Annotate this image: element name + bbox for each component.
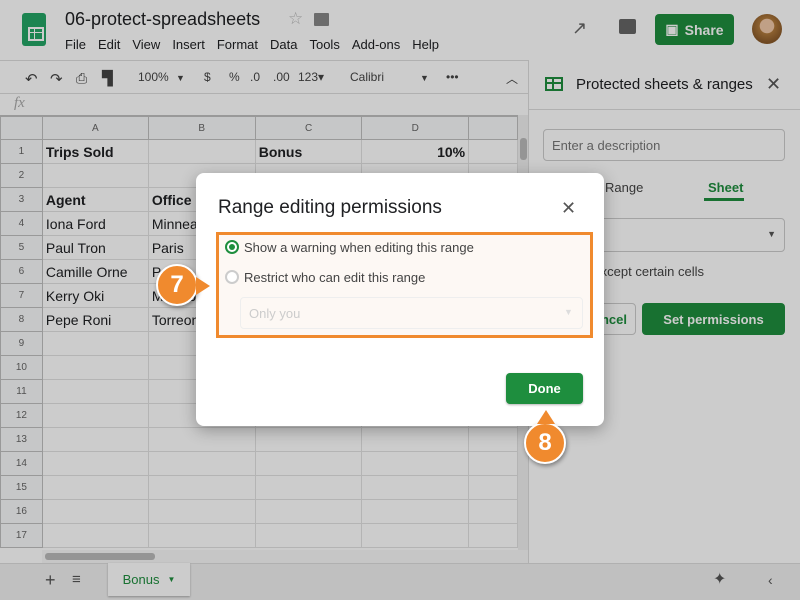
option-restrict-label[interactable]: Restrict who can edit this range [244,270,425,285]
radio-show-warning[interactable] [225,240,239,254]
option-show-warning-label[interactable]: Show a warning when editing this range [244,240,474,255]
done-button[interactable]: Done [506,373,583,404]
radio-restrict[interactable] [225,270,239,284]
dialog-title: Range editing permissions [218,197,442,218]
restrict-select: Only you [240,297,583,329]
step-8-callout: 8 [524,410,566,464]
step-7-callout: 7 [156,264,210,306]
close-icon[interactable]: ✕ [561,198,576,219]
chevron-down-icon: ▼ [564,307,573,317]
